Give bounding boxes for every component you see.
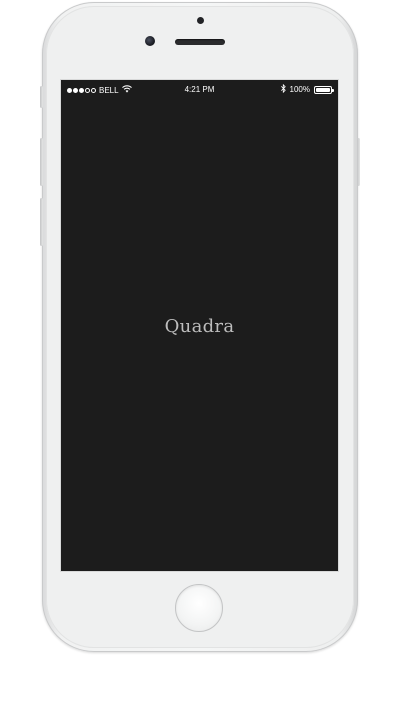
battery-fill [316, 87, 330, 92]
mute-switch [40, 86, 43, 108]
phone-screen[interactable]: BELL 4:21 PM 100% Quadra [60, 79, 339, 572]
proximity-sensor [197, 17, 204, 24]
volume-down-button [40, 198, 43, 246]
battery-icon [314, 85, 334, 94]
power-button [357, 138, 360, 186]
front-camera [145, 36, 155, 46]
battery-percent: 100% [289, 85, 310, 94]
volume-up-button [40, 138, 43, 186]
battery-tip [332, 88, 334, 92]
device-mockup: BELL 4:21 PM 100% Quadra [0, 0, 409, 718]
home-button[interactable] [175, 584, 223, 632]
bluetooth-icon [280, 83, 286, 95]
status-bar: BELL 4:21 PM 100% [61, 80, 338, 100]
earpiece-speaker [175, 39, 225, 45]
app-title: Quadra [164, 316, 235, 337]
status-right: 100% [280, 83, 334, 95]
